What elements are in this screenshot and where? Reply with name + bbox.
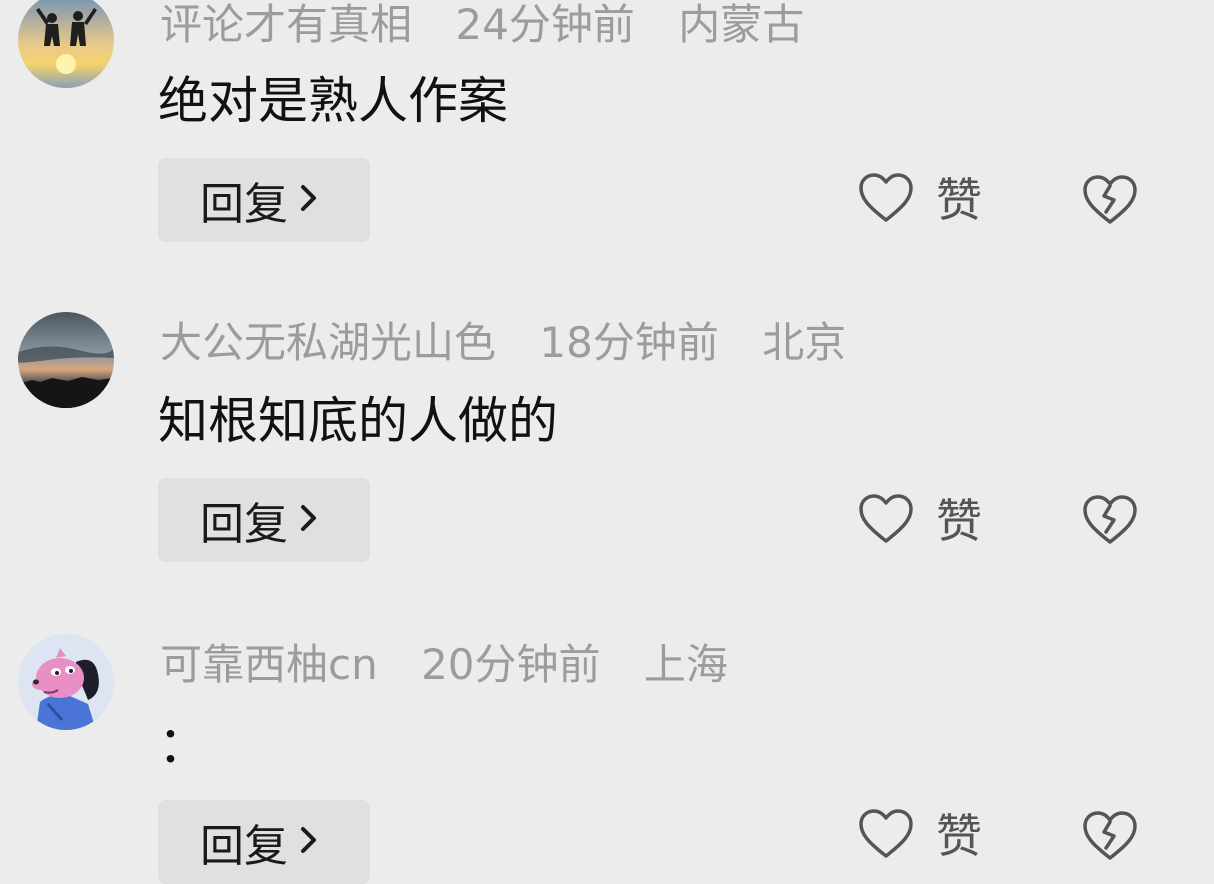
like-label: 赞 (936, 173, 982, 227)
comment-meta: 可靠西柚cn 20分钟前 上海 (160, 644, 758, 686)
reply-label: 回复 (200, 821, 288, 872)
comment-location: 上海 (643, 640, 728, 689)
dislike-button[interactable] (1082, 810, 1138, 866)
broken-heart-icon (1082, 175, 1138, 230)
comment-time: 24分钟前 (455, 0, 635, 49)
chevron-right-icon (298, 175, 320, 226)
comment-username[interactable]: 大公无私湖光山色 (160, 318, 496, 367)
comment-text: 绝对是熟人作案 (158, 72, 508, 130)
reply-button[interactable]: 回复 (158, 800, 370, 884)
comment-location: 北京 (762, 318, 847, 367)
like-label: 赞 (936, 494, 982, 548)
comment-time: 18分钟前 (539, 318, 719, 367)
reply-button[interactable]: 回复 (158, 478, 370, 562)
like-button[interactable]: 赞 (858, 493, 982, 549)
dislike-button[interactable] (1082, 494, 1138, 550)
like-button[interactable]: 赞 (858, 808, 982, 864)
heart-icon (858, 493, 914, 549)
comment-text: ： (158, 716, 208, 774)
user-avatar[interactable] (18, 312, 114, 408)
avatar-dusk-sky-icon (18, 312, 114, 408)
comment-meta: 大公无私湖光山色 18分钟前 北京 (160, 322, 876, 364)
heart-icon (858, 172, 914, 228)
comment-location: 内蒙古 (678, 0, 805, 49)
comment-username[interactable]: 评论才有真相 (160, 0, 412, 49)
like-button[interactable]: 赞 (858, 172, 982, 228)
reply-button[interactable]: 回复 (158, 158, 370, 242)
dislike-button[interactable] (1082, 174, 1138, 230)
comment-username[interactable]: 可靠西柚cn (160, 640, 378, 689)
reply-label: 回复 (200, 499, 288, 550)
chevron-right-icon (298, 495, 320, 546)
comment-meta: 评论才有真相 24分钟前 内蒙古 (160, 4, 834, 46)
avatar-sunset-silhouette-icon (18, 0, 114, 88)
comment-time: 20分钟前 (421, 640, 601, 689)
broken-heart-icon (1082, 495, 1138, 550)
reply-label: 回复 (200, 179, 288, 230)
like-label: 赞 (936, 809, 982, 863)
user-avatar[interactable] (18, 634, 114, 730)
avatar-cartoon-dog-icon (18, 634, 114, 730)
broken-heart-icon (1082, 811, 1138, 866)
comment-text: 知根知底的人做的 (158, 392, 558, 450)
user-avatar[interactable] (18, 0, 114, 88)
heart-icon (858, 808, 914, 864)
chevron-right-icon (298, 817, 320, 868)
